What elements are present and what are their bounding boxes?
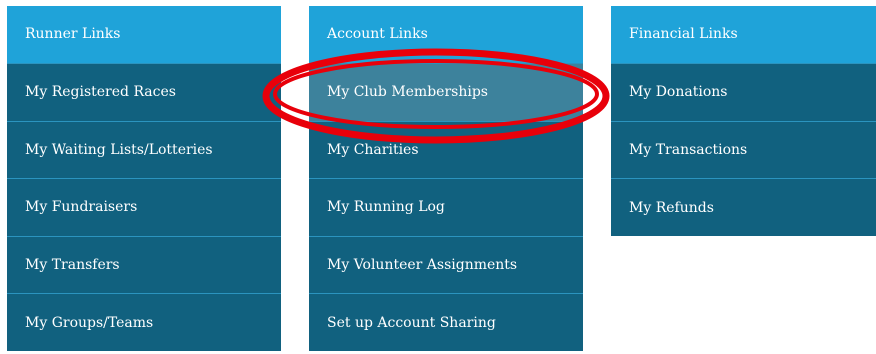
menu-item-label: My Transactions [629,142,748,159]
account-links-header: Account Links [309,6,583,63]
menu-item-label: My Waiting Lists/Lotteries [25,141,213,158]
menu-item-label: My Volunteer Assignments [327,257,518,274]
runner-links-panel: Runner Links My Registered Races My Wait… [7,6,281,351]
runner-links-header: Runner Links [7,6,281,63]
menu-item-label: My Running Log [327,199,445,216]
menu-item-my-donations[interactable]: My Donations [611,63,876,121]
menu-item-my-volunteer-assignments[interactable]: My Volunteer Assignments [309,235,583,294]
menu-item-label: Set up Account Sharing [327,314,496,331]
menu-item-label: My Donations [629,84,728,101]
menu-item-my-refunds[interactable]: My Refunds [611,178,876,237]
menu-item-label: My Charities [327,141,419,158]
financial-links-header: Financial Links [611,6,876,63]
menu-item-my-fundraisers[interactable]: My Fundraisers [7,178,281,236]
menu-item-my-transfers[interactable]: My Transfers [7,235,281,294]
menu-item-set-up-account-sharing[interactable]: Set up Account Sharing [309,293,583,351]
menu-item-my-running-log[interactable]: My Running Log [309,178,583,236]
menu-item-my-groups-teams[interactable]: My Groups/Teams [7,293,281,351]
menu-item-label: My Club Memberships [327,84,488,101]
menu-item-label: My Transfers [25,257,120,274]
menu-item-my-waiting-lists-lotteries[interactable]: My Waiting Lists/Lotteries [7,120,281,179]
menu-item-my-charities[interactable]: My Charities [309,120,583,179]
menu-item-label: My Fundraisers [25,199,138,216]
menu-item-my-club-memberships[interactable]: My Club Memberships [309,63,583,121]
menu-item-my-registered-races[interactable]: My Registered Races [7,63,281,121]
financial-links-panel: Financial Links My Donations My Transact… [611,6,876,237]
account-links-panel: Account Links My Club Memberships My Cha… [309,6,583,351]
menu-item-label: My Registered Races [25,84,176,101]
menu-item-my-transactions[interactable]: My Transactions [611,120,876,179]
menu-item-label: My Refunds [629,199,714,216]
menu-item-label: My Groups/Teams [25,314,154,331]
